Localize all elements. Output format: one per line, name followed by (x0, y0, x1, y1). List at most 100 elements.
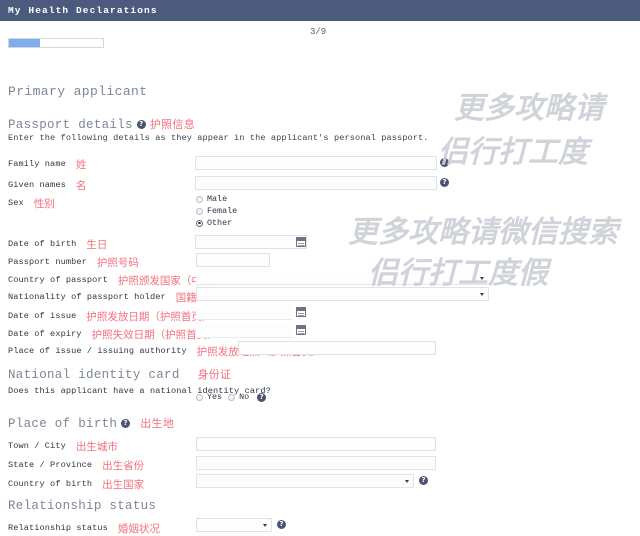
label-given-names: Given names (8, 180, 66, 190)
label-date-of-birth: Date of birth (8, 239, 77, 249)
select-relationship-status[interactable] (196, 518, 272, 532)
watermark-line-2: 侣行打工度 (438, 136, 588, 169)
heading-national-identity-card-cn: 身份证 (197, 368, 232, 381)
select-nationality[interactable] (196, 287, 489, 301)
label-place-of-issue: Place of issue / issuing authority (8, 346, 187, 356)
input-place-of-issue[interactable] (238, 341, 436, 355)
radio-option-sex-female[interactable]: Female (196, 205, 237, 217)
calendar-icon-date-of-issue[interactable] (296, 307, 306, 317)
field-label-date-of-birth: Date of birth 生日 (8, 236, 107, 252)
step-counter: 3/9 (310, 27, 327, 37)
label-relationship-status: Relationship status (8, 523, 108, 533)
label-sex: Sex (8, 198, 24, 208)
heading-place-of-birth: Place of birth? 出生地 (8, 415, 174, 431)
input-town-city[interactable] (196, 437, 436, 451)
radio-icon-female[interactable] (196, 207, 203, 215)
radio-icon-yes[interactable] (196, 393, 203, 401)
label-state-province-cn: 出生省份 (102, 459, 145, 472)
label-country-of-passport: Country of passport (8, 275, 108, 285)
label-passport-number: Passport number (8, 257, 87, 267)
field-label-sex: Sex 性别 (8, 195, 55, 211)
select-country-of-birth[interactable] (196, 474, 414, 488)
field-label-country-of-passport: Country of passport 护照颁发国家（中国） (8, 272, 223, 288)
help-icon-national-identity-card[interactable]: ? (257, 392, 267, 402)
radio-option-nic-yes[interactable]: Yes (196, 391, 222, 403)
radio-option-sex-male[interactable]: Male (196, 193, 237, 205)
heading-passport-details: Passport details? 护照信息 (8, 116, 195, 132)
help-icon-country-of-birth[interactable]: ? (419, 476, 428, 485)
label-town-city-cn: 出生城市 (75, 440, 118, 453)
help-icon-family-name[interactable]: ? (440, 158, 449, 167)
label-state-province: State / Province (8, 460, 93, 470)
heading-national-identity-card: National identity card 身份证 (8, 366, 231, 382)
field-label-town-city: Town / City 出生城市 (8, 438, 118, 454)
label-passport-number-cn: 护照号码 (96, 256, 139, 269)
radio-label-male: Male (207, 194, 228, 204)
progress-bar (8, 38, 104, 48)
radio-label-no: No (239, 392, 250, 402)
input-passport-number[interactable] (196, 253, 270, 267)
field-label-state-province: State / Province 出生省份 (8, 457, 144, 473)
radio-option-nic-no[interactable]: No (228, 391, 249, 403)
field-label-given-names: Given names 名 (8, 177, 86, 193)
radio-label-other: Other (207, 218, 233, 228)
input-family-name[interactable] (195, 156, 437, 170)
help-icon-place-of-birth[interactable]: ? (121, 419, 131, 429)
field-label-relationship-status: Relationship status 婚姻状况 (8, 520, 160, 536)
heading-national-identity-card-text: National identity card (8, 368, 180, 382)
watermark-line-4: 侣行打工度假 (368, 257, 548, 290)
help-icon-relationship-status[interactable]: ? (277, 520, 286, 529)
radio-group-national-identity-card[interactable]: Yes No ? (196, 391, 270, 403)
help-icon-passport-details[interactable]: ? (136, 120, 146, 130)
heading-place-of-birth-text: Place of birth (8, 417, 118, 431)
field-label-nationality: Nationality of passport holder 国籍 (8, 289, 197, 305)
select-country-of-passport[interactable] (196, 271, 489, 285)
label-date-of-issue: Date of issue (8, 311, 77, 321)
passport-details-intro: Enter the following details as they appe… (8, 133, 429, 143)
label-date-of-issue-cn: 护照发放日期（护照首页） (86, 310, 213, 323)
radio-option-sex-other[interactable]: Other (196, 217, 237, 229)
field-label-family-name: Family name 姓 (8, 156, 86, 172)
label-nationality: Nationality of passport holder (8, 292, 166, 302)
heading-primary-applicant: Primary applicant (8, 84, 148, 99)
input-date-of-birth[interactable] (195, 235, 307, 249)
heading-relationship-status: Relationship status (8, 499, 157, 513)
progress-row: 3/9 (0, 21, 640, 48)
label-relationship-status-cn: 婚姻状况 (117, 522, 160, 535)
label-sex-cn: 性别 (33, 197, 55, 210)
input-date-of-expiry[interactable] (196, 324, 293, 338)
watermark-line-3: 更多攻略请微信搜索 (348, 216, 618, 249)
field-label-date-of-issue: Date of issue 护照发放日期（护照首页） (8, 308, 212, 324)
label-family-name-cn: 姓 (75, 158, 87, 171)
calendar-icon-date-of-expiry[interactable] (296, 325, 306, 335)
label-date-of-birth-cn: 生日 (86, 238, 108, 251)
progress-bar-fill (9, 39, 41, 47)
radio-icon-no[interactable] (228, 393, 236, 401)
label-country-of-birth-cn: 出生国家 (102, 478, 145, 491)
watermark-line-1: 更多攻略请 (454, 92, 604, 125)
radio-icon-male[interactable] (196, 195, 203, 203)
heading-passport-details-text: Passport details (8, 118, 133, 132)
input-state-province[interactable] (196, 456, 436, 470)
input-given-names[interactable] (195, 176, 437, 190)
help-icon-given-names[interactable]: ? (440, 178, 449, 187)
radio-label-yes: Yes (207, 392, 223, 402)
label-town-city: Town / City (8, 441, 66, 451)
heading-place-of-birth-cn: 出生地 (140, 417, 175, 430)
label-country-of-birth: Country of birth (8, 479, 93, 489)
radio-group-sex[interactable]: Male Female Other (196, 193, 237, 229)
radio-icon-other[interactable] (196, 219, 203, 227)
field-label-country-of-birth: Country of birth 出生国家 (8, 476, 144, 492)
window-title: My Health Declarations (8, 5, 158, 16)
label-family-name: Family name (8, 159, 66, 169)
label-given-names-cn: 名 (75, 179, 87, 192)
label-nationality-cn: 国籍 (175, 291, 197, 304)
calendar-icon-date-of-birth[interactable] (296, 237, 306, 247)
radio-label-female: Female (207, 206, 238, 216)
field-label-date-of-expiry: Date of expiry 护照失效日期（护照首页） (8, 326, 218, 342)
window-titlebar: My Health Declarations (0, 0, 640, 21)
form-page: 更多攻略请 侣行打工度 更多攻略请微信搜索 侣行打工度假 3/9 Primary… (0, 21, 640, 535)
input-date-of-issue[interactable] (196, 306, 293, 320)
field-label-passport-number: Passport number 护照号码 (8, 254, 139, 270)
label-date-of-expiry: Date of expiry (8, 329, 82, 339)
